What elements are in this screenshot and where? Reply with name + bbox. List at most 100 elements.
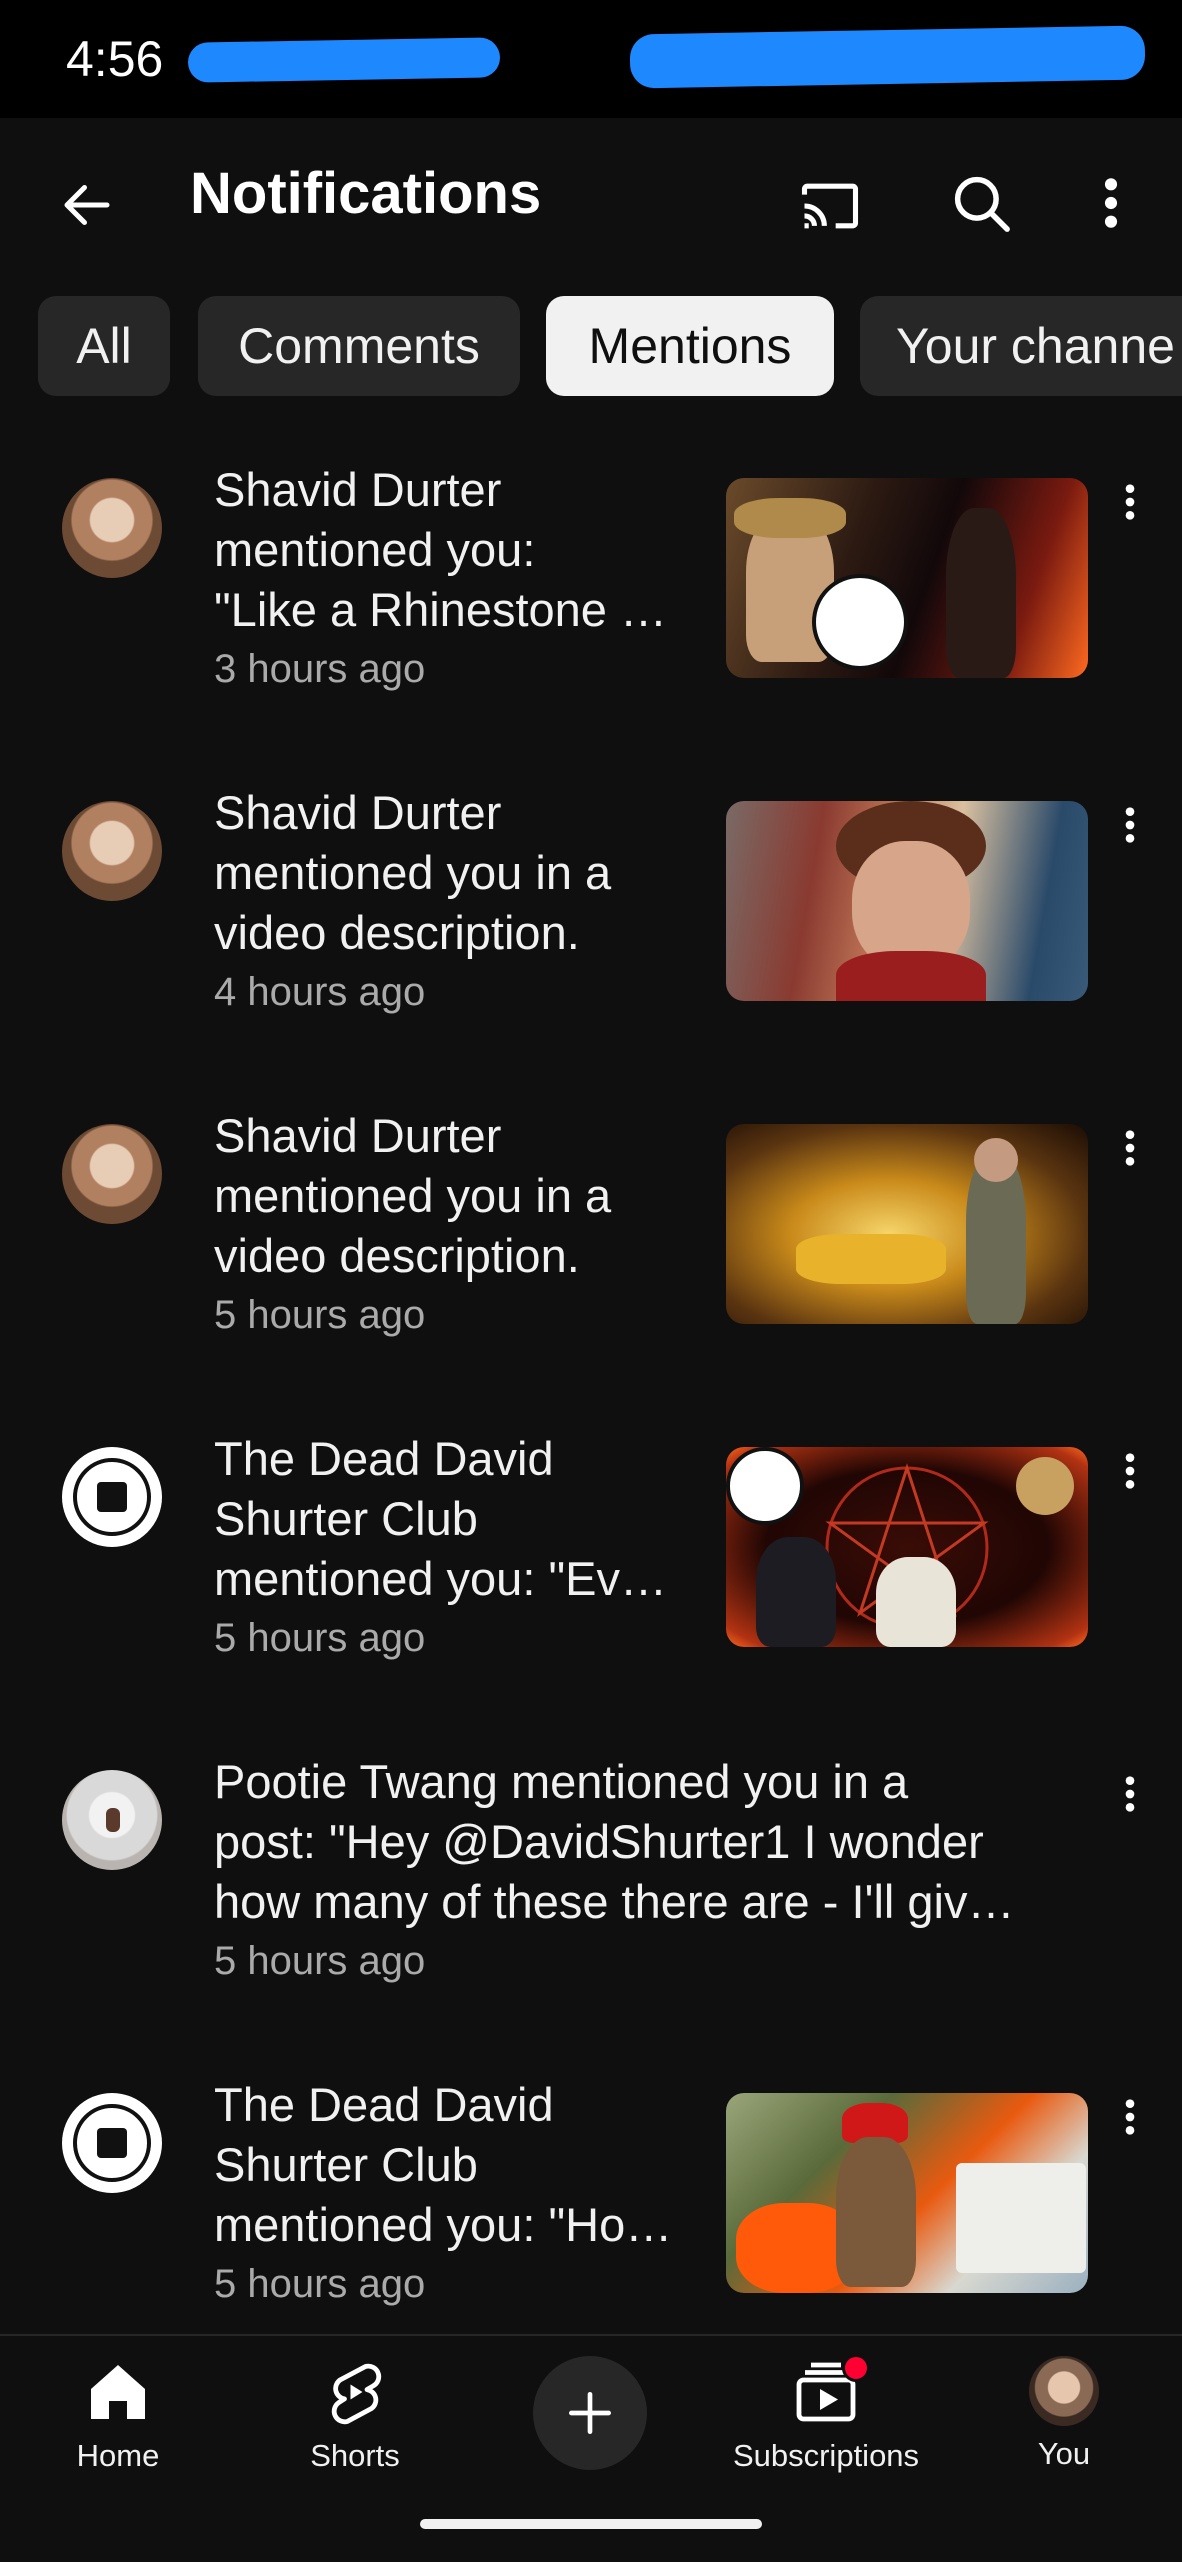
more-vert-icon <box>1125 2099 1135 2135</box>
home-icon <box>91 2365 145 2419</box>
notification-message-line: post: "Hey @DavidShurter1 I wonder <box>214 1815 984 1868</box>
thumbnail-face <box>974 1138 1018 1182</box>
notification-item[interactable]: The Dead David Shurter Club mentioned yo… <box>0 1429 1182 1752</box>
notification-message-line: how many of these there are - I'll giv… <box>214 1875 1015 1928</box>
notification-time: 5 hours ago <box>214 1616 426 1660</box>
more-options-button[interactable] <box>1080 162 1142 244</box>
item-more-button[interactable] <box>1110 805 1150 875</box>
item-more-button[interactable] <box>1110 2097 1150 2167</box>
back-button[interactable] <box>50 168 124 242</box>
video-thumbnail[interactable] <box>726 2093 1088 2293</box>
club-logo-mark <box>97 1482 127 1512</box>
cast-icon <box>801 183 859 229</box>
avatar-detail <box>106 1808 120 1832</box>
chip-comments[interactable]: Comments <box>198 296 520 396</box>
more-vert-icon <box>1125 807 1135 843</box>
notification-item[interactable]: Shavid Durter mentioned you: "Like a Rhi… <box>0 460 1182 783</box>
thumbnail-figure <box>946 508 1016 678</box>
notification-time: 4 hours ago <box>214 970 426 1014</box>
page-title: Notifications <box>190 161 542 226</box>
more-vert-icon <box>1125 1453 1135 1489</box>
create-button[interactable] <box>533 2356 647 2470</box>
notification-text: Pootie Twang mentioned you in a post: "H… <box>214 1752 1094 1988</box>
chip-your-channel[interactable]: Your channe <box>860 296 1182 396</box>
club-logo <box>73 2104 151 2182</box>
search-button[interactable] <box>940 162 1022 244</box>
avatar[interactable] <box>62 1770 162 1870</box>
notification-item[interactable]: Shavid Durter mentioned you in a video d… <box>0 1106 1182 1429</box>
video-thumbnail[interactable] <box>726 478 1088 678</box>
item-more-button[interactable] <box>1110 1128 1150 1198</box>
more-vert-icon <box>1125 1776 1135 1812</box>
channel-badge <box>726 1447 804 1525</box>
chip-all[interactable]: All <box>38 296 170 396</box>
notification-text: Shavid Durter mentioned you in a video d… <box>214 783 704 1019</box>
top-app-bar: Notifications <box>0 118 1182 273</box>
thumbnail-badge-face <box>1016 1457 1074 1515</box>
nav-shorts-label: Shorts <box>310 2438 400 2473</box>
status-bar: 4:56 <box>0 0 1182 118</box>
notification-item[interactable]: Pootie Twang mentioned you in a post: "H… <box>0 1752 1182 2075</box>
video-thumbnail[interactable] <box>726 801 1088 1001</box>
nav-subscriptions-label: Subscriptions <box>732 2438 920 2473</box>
notification-time: 3 hours ago <box>214 647 426 691</box>
thumbnail-sweater <box>836 951 986 1001</box>
video-thumbnail[interactable] <box>726 1447 1088 1647</box>
notification-time: 5 hours ago <box>214 1293 426 1337</box>
nav-subscriptions[interactable]: Subscriptions <box>726 2356 926 2474</box>
notification-text: Shavid Durter mentioned you: "Like a Rhi… <box>214 460 704 696</box>
nav-home[interactable]: Home <box>68 2356 168 2474</box>
thumbnail-figure <box>836 2137 916 2287</box>
nav-home-label: Home <box>76 2438 160 2473</box>
nav-you-label: You <box>1037 2436 1091 2471</box>
notification-item[interactable]: Shavid Durter mentioned you in a video d… <box>0 783 1182 1106</box>
notification-message-line: mentioned you: <box>214 523 536 576</box>
thumbnail-house <box>956 2163 1086 2273</box>
thumbnail-figure <box>876 1557 956 1647</box>
notification-message-line: video description. <box>214 1229 580 1282</box>
club-logo-mark <box>97 2128 127 2158</box>
avatar[interactable] <box>62 1124 162 1224</box>
club-logo <box>73 1458 151 1536</box>
notification-message-line: mentioned you in a <box>214 1169 612 1222</box>
notification-message-line: Shavid Durter <box>214 463 502 516</box>
avatar[interactable] <box>62 478 162 578</box>
arrow-left-icon <box>64 185 110 225</box>
avatar[interactable] <box>62 2093 162 2193</box>
avatar[interactable] <box>62 801 162 901</box>
notification-message-line: Shurter Club <box>214 1492 478 1545</box>
notification-message-line: The Dead David <box>214 2078 554 2131</box>
notification-message-line: mentioned you in a <box>214 846 612 899</box>
notification-message-line: mentioned you: "Ho… <box>214 2198 673 2251</box>
notification-message-line: Pootie Twang mentioned you in a <box>214 1755 909 1808</box>
notification-message-line: "Like a Rhinestone … <box>214 583 667 636</box>
notification-text: Shavid Durter mentioned you in a video d… <box>214 1106 704 1342</box>
more-vert-icon <box>1104 178 1118 228</box>
chip-mentions[interactable]: Mentions <box>546 296 834 396</box>
account-avatar <box>1029 2356 1099 2426</box>
notification-text: The Dead David Shurter Club mentioned yo… <box>214 1429 704 1665</box>
item-more-button[interactable] <box>1110 1451 1150 1521</box>
notification-message-line: Shurter Club <box>214 2138 478 2191</box>
notification-message-line: mentioned you: "Ev… <box>214 1552 667 1605</box>
thumbnail-gold <box>796 1234 946 1284</box>
notification-time: 5 hours ago <box>214 1939 426 1983</box>
cast-button[interactable] <box>790 166 870 246</box>
notification-text: The Dead David Shurter Club mentioned yo… <box>214 2075 704 2311</box>
thumbnail-figure <box>756 1537 836 1647</box>
video-thumbnail[interactable] <box>726 1124 1088 1324</box>
nav-shorts[interactable]: Shorts <box>300 2356 410 2474</box>
item-more-button[interactable] <box>1110 482 1150 552</box>
home-indicator[interactable] <box>420 2519 762 2529</box>
more-vert-icon <box>1125 484 1135 520</box>
plus-icon <box>569 2392 611 2434</box>
nav-you[interactable]: You <box>1024 2356 1104 2472</box>
redaction-mark <box>187 37 501 83</box>
notification-message-line: Shavid Durter <box>214 1109 502 1162</box>
avatar[interactable] <box>62 1447 162 1547</box>
notification-message-line: video description. <box>214 906 580 959</box>
redaction-mark <box>629 25 1146 89</box>
channel-badge <box>812 574 908 670</box>
more-vert-icon <box>1125 1130 1135 1166</box>
item-more-button[interactable] <box>1110 1774 1150 1844</box>
